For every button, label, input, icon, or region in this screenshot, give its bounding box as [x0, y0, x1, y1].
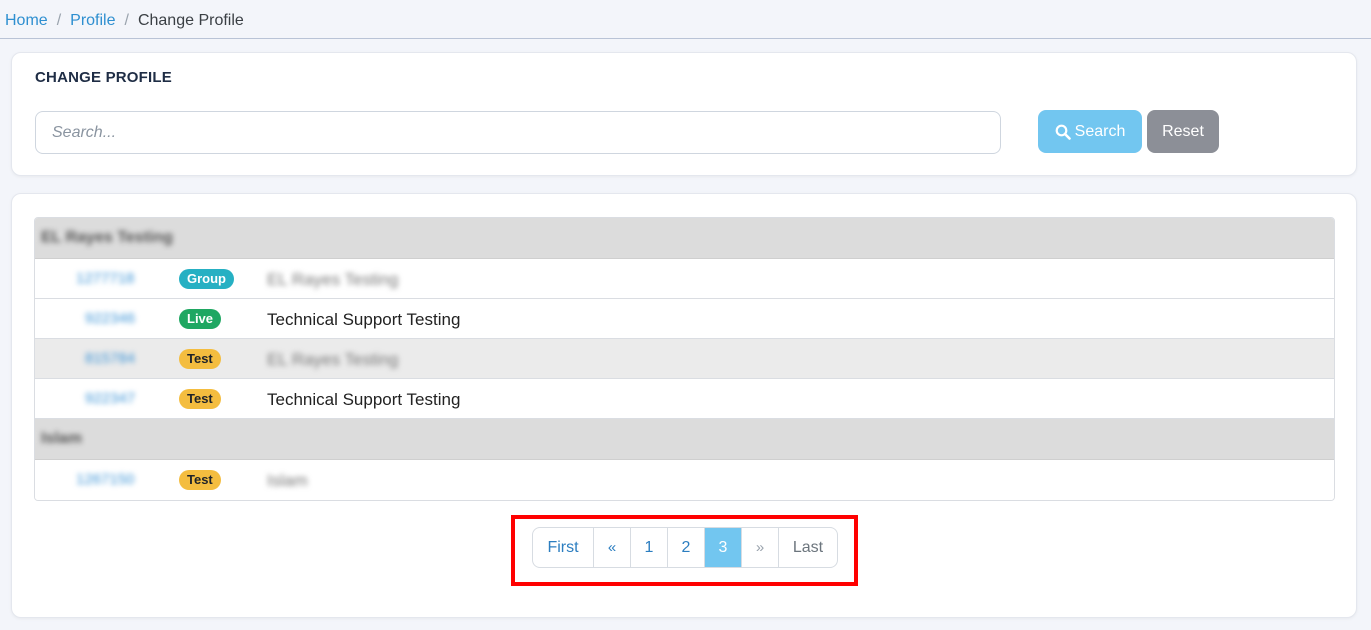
profile-type-badge: Test [179, 349, 221, 369]
pagination-first[interactable]: First [533, 528, 594, 567]
group-name: EL Rayes Testing [41, 229, 173, 246]
table-row: 922347 Test Technical Support Testing [35, 379, 1334, 419]
group-header-row: EL Rayes Testing [35, 218, 1334, 259]
profile-name: EL Rayes Testing [267, 350, 399, 369]
pagination-next[interactable]: » [742, 528, 779, 567]
profile-id-link[interactable]: 815784 [85, 350, 135, 367]
breadcrumb-separator: / [56, 12, 62, 29]
table-row: 922346 Live Technical Support Testing [35, 299, 1334, 339]
search-button-label: Search [1074, 122, 1126, 140]
profile-type-badge: Group [179, 269, 234, 289]
search-icon [1055, 124, 1071, 140]
search-input[interactable] [35, 111, 1001, 154]
profile-id-link[interactable]: 1277718 [76, 270, 134, 287]
profile-name: Technical Support Testing [267, 310, 461, 329]
breadcrumb-home-link[interactable]: Home [5, 12, 48, 29]
pagination-page-1[interactable]: 1 [631, 528, 668, 567]
breadcrumb-separator: / [124, 12, 129, 29]
breadcrumb-profile-link[interactable]: Profile [70, 12, 115, 29]
profile-table: EL Rayes Testing 1277718 Group EL Rayes … [34, 217, 1335, 501]
table-row: 1277718 Group EL Rayes Testing [35, 259, 1334, 299]
pagination: First « 1 2 3 » Last [532, 527, 838, 568]
search-button[interactable]: Search [1038, 110, 1142, 153]
profile-id-link[interactable]: 922347 [85, 390, 135, 407]
profile-type-badge: Test [179, 389, 221, 409]
profile-id-link[interactable]: 922346 [85, 310, 135, 327]
profile-name: Islam [267, 471, 308, 490]
table-row: 815784 Test EL Rayes Testing [35, 339, 1334, 379]
table-row: 1267150 Test Islam [35, 460, 1334, 500]
group-header-row: Islam [35, 419, 1334, 460]
breadcrumb-current: Change Profile [137, 12, 244, 29]
reset-button-label: Reset [1162, 122, 1204, 140]
profile-name: EL Rayes Testing [267, 270, 399, 289]
profile-type-badge: Live [179, 309, 222, 329]
profile-id-link[interactable]: 1267150 [76, 471, 134, 488]
pagination-page-2[interactable]: 2 [668, 528, 705, 567]
reset-button[interactable]: Reset [1147, 110, 1219, 153]
page-title: CHANGE PROFILE [35, 69, 172, 86]
pagination-page-3[interactable]: 3 [705, 528, 742, 567]
breadcrumb: Home / Profile / Change Profile [0, 0, 1371, 39]
search-card: CHANGE PROFILE Search Reset [11, 52, 1357, 176]
pagination-last[interactable]: Last [779, 528, 837, 567]
profile-list-card: EL Rayes Testing 1277718 Group EL Rayes … [11, 193, 1357, 618]
pagination-prev[interactable]: « [594, 528, 631, 567]
group-name: Islam [41, 430, 82, 447]
profile-name: Technical Support Testing [267, 390, 461, 409]
profile-type-badge: Test [179, 470, 221, 490]
